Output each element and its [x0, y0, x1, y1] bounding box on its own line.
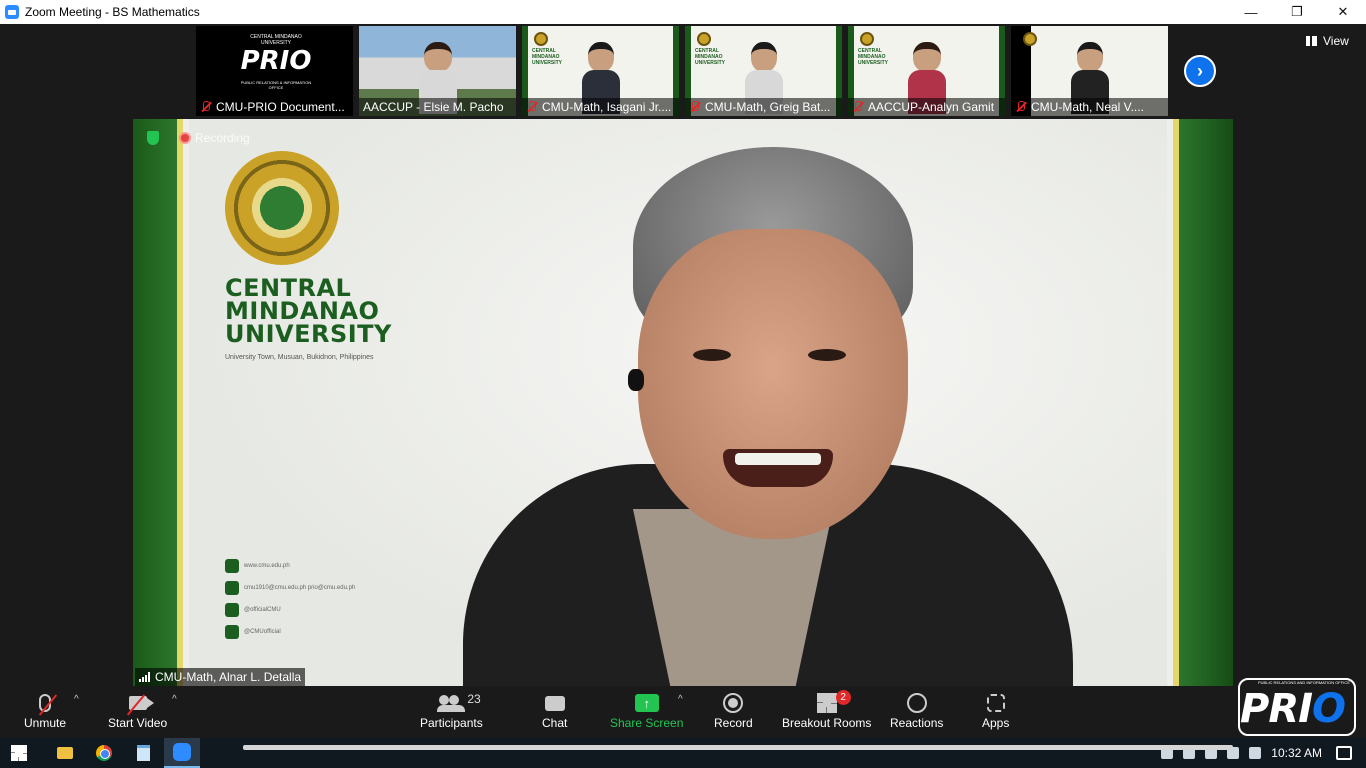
- participant-name: CMU-PRIO Document...: [216, 100, 345, 114]
- meeting-controls: Unmute ^ Start Video ^ 23 Participants C…: [0, 686, 1366, 738]
- apps-icon: [986, 694, 1005, 712]
- globe-icon: [225, 559, 239, 573]
- breakout-badge: 2: [835, 690, 851, 705]
- security-shield-icon[interactable]: [147, 131, 159, 145]
- muted-mic-icon: [852, 101, 864, 113]
- cmu-seal-icon: [860, 32, 874, 46]
- reactions-button[interactable]: Reactions: [890, 690, 943, 730]
- participant-name: CMU-Math, Neal V....: [1031, 100, 1144, 114]
- clock[interactable]: 10:32 AM: [1271, 746, 1322, 760]
- chat-bubble-icon: [544, 695, 565, 711]
- email-icon: [225, 581, 239, 595]
- zoom-taskbar-button[interactable]: [164, 738, 200, 768]
- participant-thumbnail[interactable]: CMU-Math, Neal V....: [1011, 26, 1168, 116]
- participant-thumbnail[interactable]: CENTRAL MINDANAO UNIVERSITY PRIO PUBLIC …: [196, 26, 353, 116]
- participant-name: CMU-Math, Greig Bat...: [705, 100, 831, 114]
- share-screen-button[interactable]: ↑ Share Screen: [610, 690, 683, 730]
- audio-options-caret[interactable]: ^: [74, 694, 79, 705]
- notification-icon[interactable]: [1336, 746, 1352, 760]
- windows-taskbar: 10:32 AM: [0, 738, 1366, 768]
- muted-mic-icon: [1015, 101, 1027, 113]
- speaker-name-tag: CMU-Math, Alnar L. Detalla: [135, 668, 306, 686]
- title-bar: Zoom Meeting - BS Mathematics — ❐ ✕: [0, 0, 1366, 24]
- muted-mic-icon: [689, 101, 701, 113]
- close-button[interactable]: ✕: [1320, 0, 1366, 24]
- cmu-seal-icon: [697, 32, 711, 46]
- next-page-button[interactable]: ›: [1184, 55, 1216, 87]
- prio-logo: CENTRAL MINDANAO UNIVERSITY PRIO PUBLIC …: [236, 32, 316, 98]
- maximize-button[interactable]: ❐: [1274, 0, 1320, 24]
- windows-start-icon[interactable]: [11, 745, 27, 761]
- share-screen-icon: ↑: [634, 694, 659, 712]
- cmu-seal-icon: [534, 32, 548, 46]
- participant-thumbnail[interactable]: CENTRAL MINDANAO UNIVERSITY AACCUP-Analy…: [848, 26, 1005, 116]
- meeting-area: CENTRAL MINDANAO UNIVERSITY PRIO PUBLIC …: [0, 24, 1366, 686]
- unmute-button[interactable]: Unmute: [24, 690, 66, 730]
- signal-strength-icon: [139, 672, 150, 682]
- grid-view-icon: [1306, 36, 1317, 46]
- window-title: Zoom Meeting - BS Mathematics: [25, 5, 200, 19]
- facebook-icon: [225, 603, 239, 617]
- cmu-seal-icon: [225, 151, 339, 265]
- participant-name: AACCUP - Elsie M. Pacho: [363, 100, 504, 114]
- breakout-rooms-icon: [816, 693, 837, 713]
- recording-dot-icon: [179, 132, 191, 144]
- zoom-icon: [173, 743, 191, 761]
- apps-button[interactable]: Apps: [982, 690, 1009, 730]
- share-options-caret[interactable]: ^: [678, 694, 683, 705]
- prio-watermark-logo: PUBLIC RELATIONS AND INFORMATION OFFICE …: [1222, 678, 1360, 738]
- virtual-background-contacts: www.cmu.edu.ph cmu1910@cmu.edu.ph prio@c…: [225, 559, 355, 647]
- muted-mic-icon: [526, 101, 538, 113]
- video-options-caret[interactable]: ^: [172, 694, 177, 705]
- recording-indicator: Recording: [179, 131, 250, 145]
- chat-button[interactable]: Chat: [542, 690, 567, 730]
- breakout-rooms-button[interactable]: 2 Breakout Rooms: [782, 690, 871, 730]
- record-button[interactable]: Record: [714, 690, 753, 730]
- virtual-background-address: University Town, Musuan, Bukidnon, Phili…: [225, 354, 374, 361]
- notepad-button[interactable]: [125, 738, 161, 768]
- participant-name: AACCUP-Analyn Gamit: [868, 100, 995, 114]
- file-explorer-button[interactable]: [47, 738, 83, 768]
- participants-button[interactable]: 23 Participants: [420, 690, 483, 730]
- video-off-icon: [128, 696, 154, 710]
- smiley-icon: [906, 693, 927, 713]
- speaker-person: [423, 119, 1083, 686]
- participant-thumbnail[interactable]: CENTRAL MINDANAO UNIVERSITY CMU-Math, Is…: [522, 26, 679, 116]
- participant-thumbnail[interactable]: CENTRAL MINDANAO UNIVERSITY CMU-Math, Gr…: [685, 26, 842, 116]
- participants-icon: [437, 695, 466, 712]
- virtual-background-title: CENTRAL MINDANAO UNIVERSITY: [225, 274, 392, 348]
- chrome-button[interactable]: [86, 738, 122, 768]
- cmu-seal-icon: [1023, 32, 1037, 46]
- view-button[interactable]: View: [1306, 34, 1349, 48]
- muted-mic-icon: [200, 101, 212, 113]
- twitter-icon: [225, 625, 239, 639]
- thumbnail-strip: CENTRAL MINDANAO UNIVERSITY PRIO PUBLIC …: [196, 26, 1168, 116]
- record-icon: [723, 693, 744, 713]
- active-speaker-video[interactable]: CENTRAL MINDANAO UNIVERSITY University T…: [133, 119, 1233, 686]
- start-video-button[interactable]: Start Video: [108, 690, 167, 730]
- folder-icon: [57, 747, 73, 759]
- chrome-icon: [96, 745, 112, 761]
- participant-thumbnail[interactable]: AACCUP - Elsie M. Pacho: [359, 26, 516, 116]
- horizontal-scrollbar[interactable]: [243, 745, 1233, 750]
- zoom-app-icon: [5, 5, 19, 19]
- muted-mic-icon: [39, 694, 52, 712]
- notepad-icon: [136, 745, 150, 761]
- volume-tray-icon[interactable]: [1249, 747, 1262, 759]
- chevron-right-icon: ›: [1197, 60, 1203, 81]
- minimize-button[interactable]: —: [1228, 0, 1274, 24]
- participant-name: CMU-Math, Isagani Jr....: [542, 100, 672, 114]
